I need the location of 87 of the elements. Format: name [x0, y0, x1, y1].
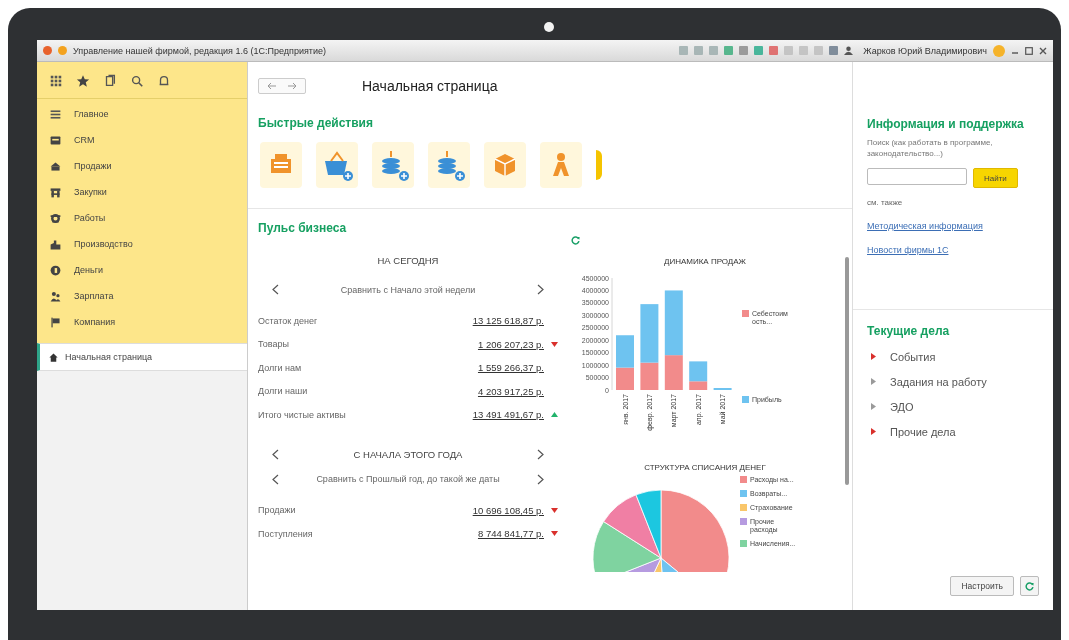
- close-icon[interactable]: [1039, 46, 1047, 55]
- metric-label: Долги нам: [258, 362, 303, 373]
- metric-value-link[interactable]: 10 696 108,45 р.: [472, 504, 544, 516]
- chart-title: ДИНАМИКА ПРОДАЖ: [663, 257, 747, 266]
- forward-arrow-icon[interactable]: [287, 82, 297, 90]
- search-hint: Поиск (как работать в программе, законодательство...): [867, 137, 994, 159]
- compare-period-text: Сравнить с Начало этой недели: [340, 284, 476, 295]
- metric-value-link[interactable]: 8 744 841,77 р.: [477, 528, 544, 540]
- chart-title: СТРУКТУРА СПИСАНИЯ ДЕНЕГ: [643, 463, 767, 472]
- metric-label: Долги наши: [258, 386, 309, 397]
- people-icon: [49, 289, 62, 303]
- back-arrow-icon[interactable]: [267, 82, 277, 90]
- window-title: Управление нашей фирмой, редакция 1.6 (1С:Предприятие): [73, 45, 327, 56]
- coin-icon: [49, 263, 62, 277]
- quick-action-tile[interactable]: [316, 142, 358, 188]
- section-heading: Быстрые действия: [258, 116, 374, 130]
- open-page-tab[interactable]: Начальная страница: [37, 343, 247, 371]
- metric-label: Товары: [258, 339, 290, 350]
- refresh-icon: [570, 235, 581, 246]
- task-link[interactable]: События: [890, 350, 936, 363]
- refresh-icon: [1024, 580, 1035, 592]
- camera-dot: [544, 22, 554, 32]
- user-icon: [844, 46, 854, 55]
- quick-action-tile[interactable]: [428, 142, 470, 188]
- sidebar-item[interactable]: Продажи: [37, 153, 247, 179]
- card-icon: [49, 133, 62, 147]
- metric-value-link[interactable]: 1 206 207,23 р.: [477, 338, 544, 350]
- quick-action-tile[interactable]: [260, 142, 302, 188]
- left-chevron-icon[interactable]: [272, 448, 279, 460]
- task-link[interactable]: ЭДО: [890, 400, 914, 413]
- sidebar-item[interactable]: CRM: [37, 127, 247, 153]
- see-also-label: см. также: [867, 198, 904, 207]
- info-icon[interactable]: [993, 44, 1005, 57]
- left-chevron-icon[interactable]: [272, 473, 279, 485]
- quick-action-tile[interactable]: [484, 142, 526, 188]
- find-button[interactable]: Найти: [973, 168, 1018, 188]
- right-chevron-icon[interactable]: [537, 473, 544, 485]
- metric-value-link[interactable]: 13 125 618,87 р.: [472, 315, 544, 327]
- refresh-button[interactable]: [1020, 576, 1039, 596]
- right-chevron-icon[interactable]: [537, 284, 544, 295]
- factory-icon: [49, 237, 62, 251]
- sidebar-item[interactable]: Деньги: [37, 257, 247, 283]
- left-chevron-icon[interactable]: [272, 284, 279, 295]
- right-chevron-icon[interactable]: [537, 448, 544, 460]
- metric-label: Поступления: [258, 528, 314, 539]
- home-icon: [48, 351, 59, 363]
- back-forward-buttons[interactable]: [258, 78, 306, 94]
- metric-label: Итого чистые активы: [258, 409, 347, 420]
- task-link[interactable]: Прочие дела: [890, 425, 956, 438]
- section-heading: Информация и поддержка: [867, 117, 1025, 131]
- metric-label: Продажи: [258, 505, 297, 516]
- bell-icon: [157, 74, 171, 88]
- metric-label: Остаток денег: [258, 315, 319, 326]
- info-link[interactable]: Методическая информация: [867, 221, 983, 231]
- sidebar-item[interactable]: Зарплата: [37, 283, 247, 309]
- compare-period-text: Сравнить с Прошлый год, до такой же даты: [316, 474, 500, 484]
- scrollbar-thumb[interactable]: [845, 257, 849, 485]
- sidebar-item[interactable]: Закупки: [37, 179, 247, 205]
- star-icon: [76, 74, 90, 88]
- metric-value-link[interactable]: 13 491 491,67 р.: [472, 409, 544, 421]
- section-heading: Текущие дела: [867, 324, 951, 338]
- sidebar-item[interactable]: Компания: [37, 309, 247, 335]
- info-link[interactable]: Новости фирмы 1С: [867, 245, 949, 255]
- menu-dot-icon[interactable]: [58, 46, 67, 55]
- apps-grid-icon: [49, 74, 63, 88]
- user-name[interactable]: Жарков Юрий Владимирович: [863, 45, 987, 56]
- task-link[interactable]: Задания на работу: [890, 375, 987, 388]
- app-logo-icon[interactable]: [43, 46, 52, 55]
- house-icon: [49, 159, 62, 173]
- quick-action-tile[interactable]: [540, 142, 582, 188]
- metric-value-link[interactable]: 4 203 917,25 р.: [477, 385, 544, 397]
- sidebar-item[interactable]: Работы: [37, 205, 247, 231]
- metric-value-link[interactable]: 1 559 266,37 р.: [477, 362, 544, 374]
- sidebar-item[interactable]: Производство: [37, 231, 247, 257]
- maximize-icon[interactable]: [1025, 46, 1033, 55]
- search-icon: [130, 74, 144, 88]
- search-field[interactable]: [867, 168, 967, 185]
- configure-button[interactable]: Настроить: [950, 576, 1014, 596]
- period-heading: С НАЧАЛА ЭТОГО ГОДА: [353, 448, 463, 460]
- page-title: Начальная страница: [362, 78, 498, 94]
- section-heading: Пульс бизнеса: [258, 221, 348, 235]
- menu-icon: [49, 107, 62, 121]
- flag-icon: [49, 315, 62, 329]
- scroll-right-tab[interactable]: [596, 150, 602, 180]
- period-heading: НА СЕГОДНЯ: [376, 255, 440, 266]
- sidebar-item[interactable]: Главное: [37, 101, 247, 127]
- quick-action-tile[interactable]: [372, 142, 414, 188]
